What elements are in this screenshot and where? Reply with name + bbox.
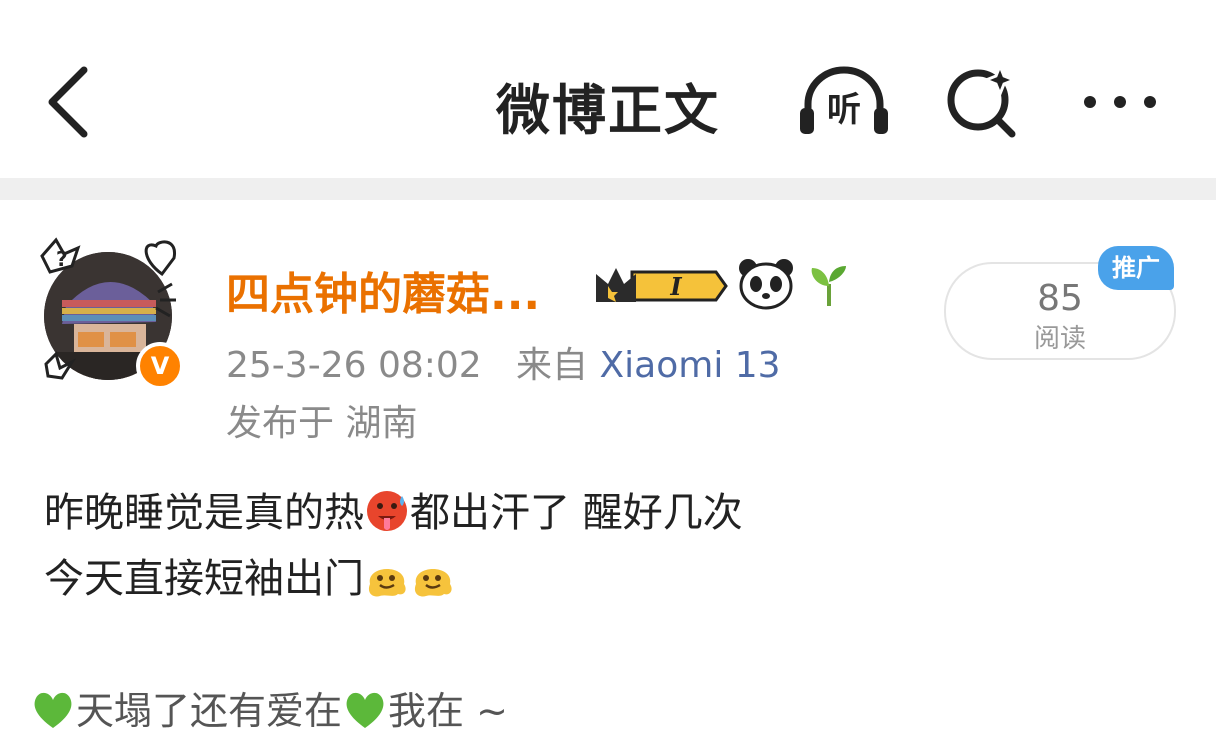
source-prefix: 来自 xyxy=(516,345,589,386)
more-dots-icon xyxy=(1084,96,1156,108)
post-text-line-2: 今天直接短袖出门 xyxy=(44,546,456,610)
crown-icon: I xyxy=(596,268,728,302)
signature-segment: 天塌了还有爱在 xyxy=(76,689,343,733)
post-text-segment: 都出汗了 醒好几次 xyxy=(410,490,743,536)
listen-button[interactable]: 听 xyxy=(794,64,894,140)
signature-segment: 我在 ~ xyxy=(388,689,508,733)
source-device[interactable]: Xiaomi 13 xyxy=(600,345,781,386)
melting-face-emoji xyxy=(410,554,456,610)
more-options-button[interactable] xyxy=(1080,82,1164,122)
search-sparkle-icon xyxy=(947,61,1019,138)
melting-face-emoji xyxy=(364,554,410,610)
post-timestamp: 25-3-26 08:02 xyxy=(226,345,482,386)
search-button[interactable] xyxy=(942,61,1026,142)
promo-badge[interactable]: 推广 xyxy=(1098,246,1174,290)
post-meta: 25-3-26 08:02 来自 Xiaomi 13 xyxy=(226,336,781,388)
listen-label: 听 xyxy=(827,90,861,130)
read-label: 阅读 xyxy=(1033,324,1086,354)
hot-face-emoji xyxy=(364,488,410,544)
green-heart-emoji xyxy=(342,688,388,741)
page-title: 微博正文 xyxy=(496,79,720,142)
post-text-segment: 昨晚睡觉是真的热 xyxy=(44,490,364,536)
post-location: 发布于 湖南 xyxy=(226,403,418,444)
membership-crown-badge[interactable]: I xyxy=(592,262,728,310)
level-badge-text: I xyxy=(669,272,682,301)
sprout-icon[interactable] xyxy=(806,262,852,308)
post-text-segment: 今天直接短袖出门 xyxy=(44,556,364,602)
author-name[interactable]: 四点钟的蘑菇... xyxy=(226,258,540,322)
svg-text:?: ? xyxy=(56,247,68,271)
author-avatar-frame[interactable]: ? V xyxy=(38,236,188,390)
top-nav-bar: 微博正文 听 xyxy=(0,0,1216,178)
panda-icon[interactable] xyxy=(738,258,794,310)
verified-badge: V xyxy=(136,342,184,390)
post-text-line-1: 昨晚睡觉是真的热 都出汗了 醒好几次 xyxy=(44,480,743,544)
green-heart-emoji xyxy=(30,688,76,741)
section-divider xyxy=(0,178,1216,200)
